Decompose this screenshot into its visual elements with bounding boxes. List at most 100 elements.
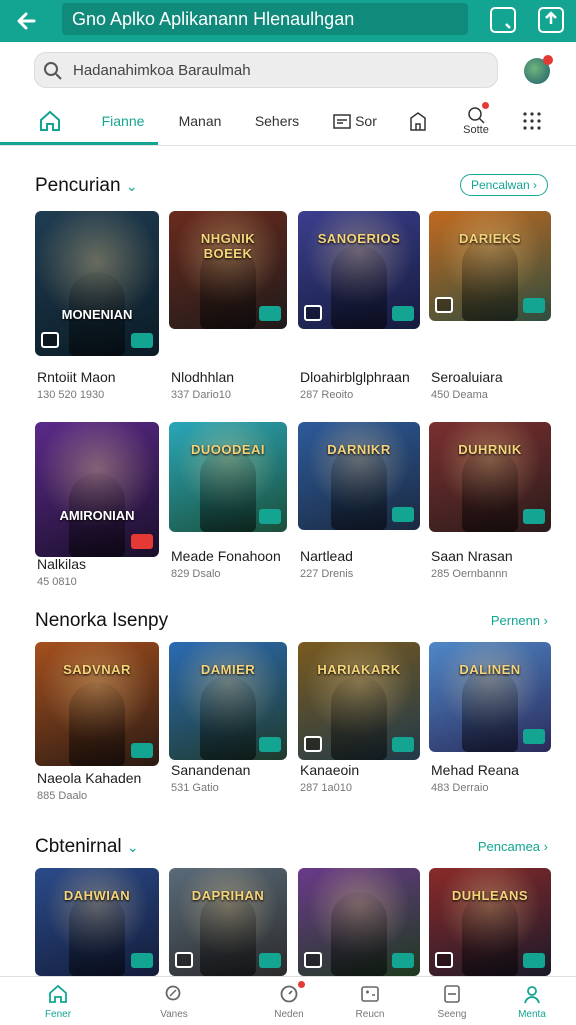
tab-sehers[interactable]: Sehers <box>246 98 308 144</box>
nav-home[interactable]: Fener <box>10 977 106 1025</box>
nav-vanes[interactable]: Vanes <box>126 977 222 1025</box>
game-logo: SADVNAR <box>63 662 131 677</box>
rating-badge <box>131 743 153 758</box>
game-title: Seroaluiara <box>431 369 503 385</box>
game-meta: 885 Daalo <box>37 790 88 802</box>
game-thumbnail[interactable]: DAMIER <box>169 642 287 760</box>
game-thumbnail[interactable]: DAHWIAN <box>35 868 159 976</box>
game-thumbnail[interactable]: DUHRNIK <box>429 422 551 532</box>
game-thumbnail[interactable]: DARNIKR <box>298 422 420 530</box>
search-input[interactable]: Hadanahimkoa Baraulmah <box>34 52 498 88</box>
nav-label: Fener <box>44 1009 72 1020</box>
game-logo: DAMIER <box>200 662 256 677</box>
game-logo: DUHRNIK <box>458 442 522 457</box>
game-title: Kanaeoin <box>300 762 360 778</box>
game-title: Meade Fonahoon <box>171 548 281 564</box>
tab-sor-label: Sor <box>355 113 377 129</box>
game-thumbnail[interactable]: DARIEKS <box>429 211 551 321</box>
avatar[interactable] <box>524 55 553 84</box>
chevron-down-icon: ⌄ <box>125 178 138 194</box>
game-meta: 483 Derraio <box>431 782 489 794</box>
game-logo: HARIAKARK <box>317 662 401 677</box>
game-logo: MONENIAN <box>61 307 133 322</box>
tab-manan[interactable]: Manan <box>170 98 230 144</box>
rating-badge <box>523 509 545 524</box>
search-icon <box>165 985 181 1001</box>
tab-sotte-label: Sotte <box>463 124 489 136</box>
hero-figure <box>462 448 518 532</box>
rating-badge <box>131 534 153 549</box>
nav-label: Menta <box>518 1009 546 1020</box>
top-app-bar: Gno Aplko Aplikanann Hlenaulhgan <box>0 0 576 42</box>
notification-dot <box>543 55 553 65</box>
section-pill-button[interactable]: Pencalwan › <box>460 174 548 196</box>
share-icon[interactable] <box>538 7 564 33</box>
tab-sotte[interactable]: Sotte <box>452 98 500 144</box>
game-thumbnail[interactable]: MONENIAN <box>35 211 159 356</box>
home-icon <box>49 984 67 1003</box>
rating-badge <box>392 953 414 968</box>
hero-figure <box>331 446 387 530</box>
game-thumbnail[interactable]: SADVNAR <box>35 642 159 766</box>
rating-badge <box>392 306 414 321</box>
game-meta: 450 Deama <box>431 389 488 401</box>
game-logo: DUOODEAI <box>190 442 266 457</box>
search-icon <box>468 107 485 124</box>
tab-fianne[interactable]: Fianne <box>92 98 154 144</box>
game-thumbnail[interactable]: DUHLEANS <box>429 868 551 976</box>
section-see-all-link[interactable]: Pencamea › <box>478 832 548 862</box>
search-row: Hadanahimkoa Baraulmah <box>0 42 576 98</box>
profile-icon <box>524 986 540 1004</box>
platform-icon <box>435 297 453 313</box>
game-thumbnail[interactable]: DAPRIHAN <box>169 868 287 976</box>
hero-figure <box>200 892 256 976</box>
rating-badge <box>392 507 414 522</box>
hero-figure <box>462 237 518 321</box>
game-thumbnail[interactable]: HARIAKARK <box>298 642 420 760</box>
game-thumbnail[interactable] <box>298 868 420 976</box>
notification-dot <box>482 102 489 109</box>
arrow-left-icon[interactable] <box>12 6 42 36</box>
game-logo: DAHWIAN <box>63 888 131 903</box>
hero-figure <box>200 676 256 760</box>
rating-badge <box>131 333 153 348</box>
platform-icon <box>41 332 59 348</box>
tab-more[interactable] <box>512 98 552 144</box>
nav-menta[interactable]: Menta <box>484 977 576 1025</box>
hero-figure <box>69 892 125 976</box>
game-logo: AMIRONIAN <box>59 508 135 523</box>
rating-badge <box>392 737 414 752</box>
section-header: Cbtenirnal ⌄ Pencamea › <box>0 832 576 862</box>
game-title: Nartlead <box>300 548 353 564</box>
tab-store[interactable] <box>398 98 438 144</box>
game-thumbnail[interactable]: DUOODEAI <box>169 422 287 532</box>
platform-icon <box>304 952 322 968</box>
game-meta: 45 0810 <box>37 576 77 588</box>
notification-dot <box>298 981 305 988</box>
game-meta: 130 520 1930 <box>37 389 105 401</box>
game-logo: DARNIKR <box>327 442 391 457</box>
hero-figure <box>200 448 256 532</box>
game-logo: DARIEKS <box>458 231 521 246</box>
bookmark-icon[interactable] <box>490 7 516 33</box>
game-logo: DUHLEANS <box>451 888 529 903</box>
game-title: Mehad Reana <box>431 762 519 778</box>
game-thumbnail[interactable]: AMIRONIAN <box>35 422 159 557</box>
section-title[interactable]: Cbtenirnal ⌄ <box>35 832 139 862</box>
game-thumbnail[interactable]: DALINEN <box>429 642 551 752</box>
platform-icon <box>435 952 453 968</box>
section-title[interactable]: Pencurian ⌄ <box>35 171 138 201</box>
platform-icon <box>304 305 322 321</box>
game-meta: 287 1a010 <box>300 782 352 794</box>
platform-icon <box>175 952 193 968</box>
category-tabs: Fianne Manan Sehers Sor Sotte <box>0 98 576 146</box>
tab-sor[interactable]: Sor <box>328 98 382 144</box>
rating-badge <box>259 306 281 321</box>
game-title: Sanandenan <box>171 762 251 778</box>
hero-figure <box>462 668 518 752</box>
section-see-all-link[interactable]: Pernenn › <box>491 606 548 636</box>
game-thumbnail[interactable]: SANOERIOS <box>298 211 420 329</box>
nav-label: Vanes <box>160 1009 188 1020</box>
tab-home[interactable] <box>20 98 80 144</box>
game-thumbnail[interactable]: NHGNIK BOEEK <box>169 211 287 329</box>
